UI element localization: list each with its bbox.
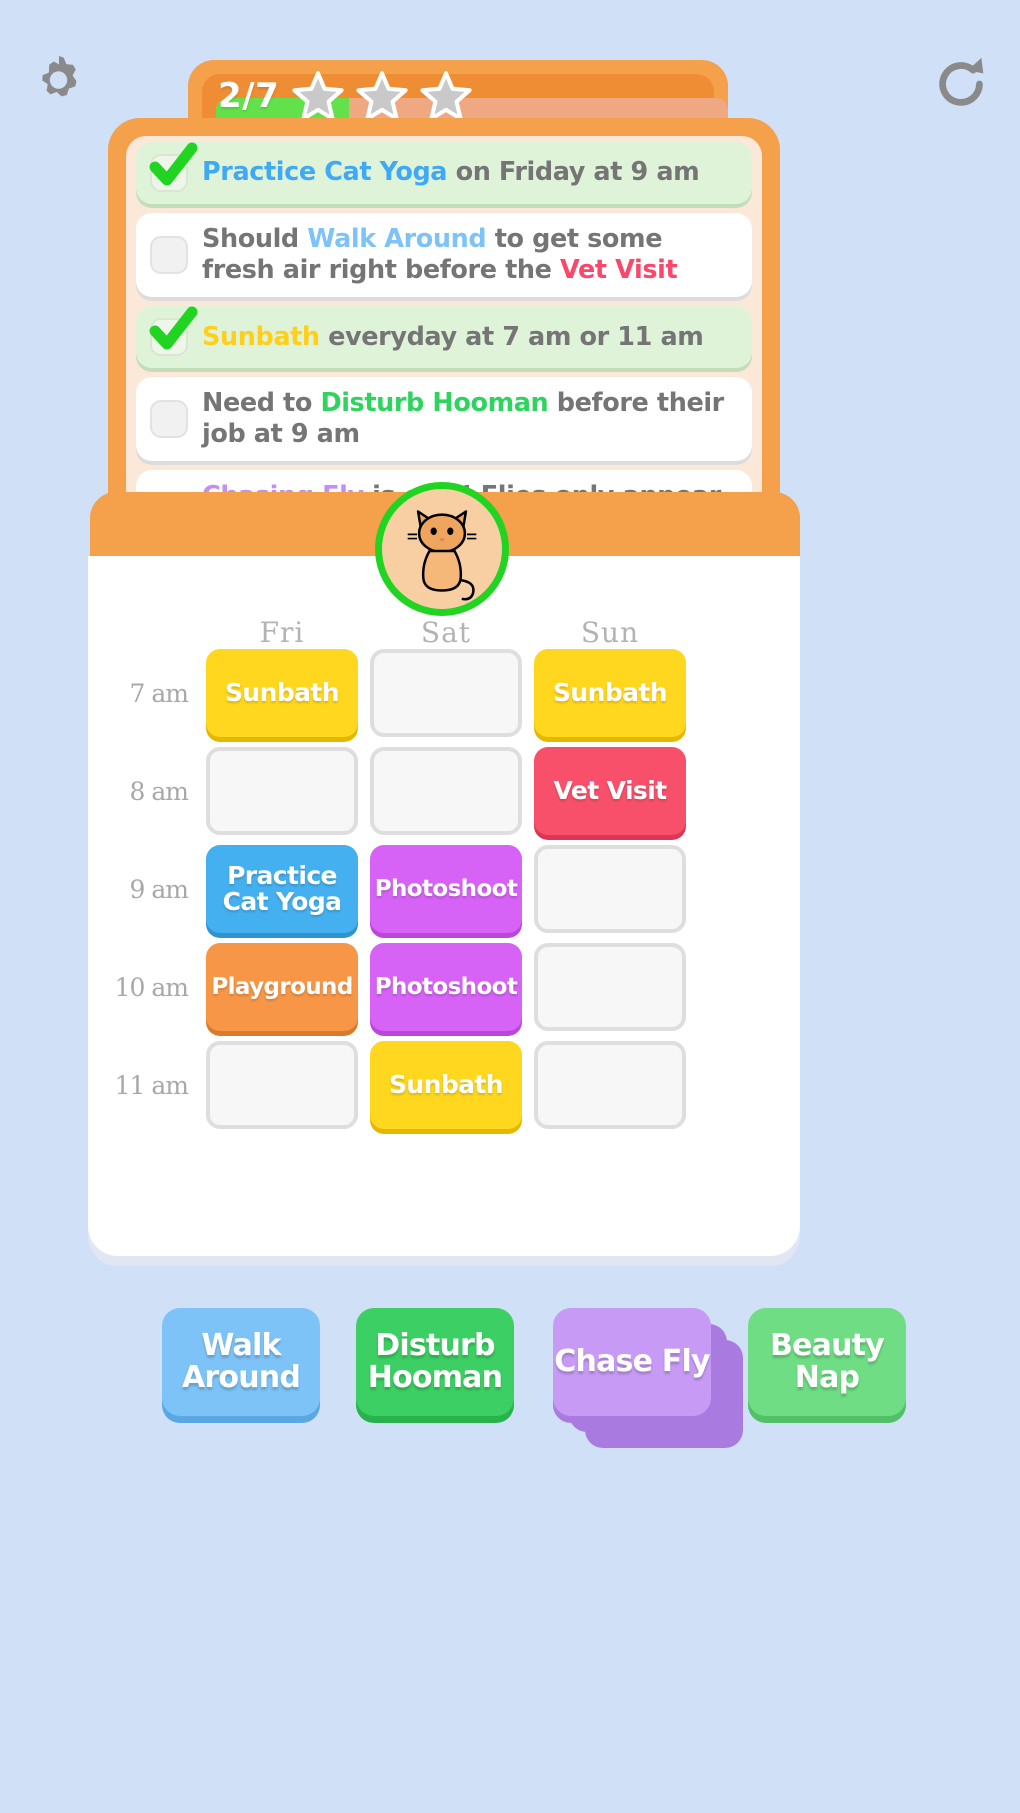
schedule-cell-empty[interactable]	[370, 649, 522, 737]
tray-card[interactable]: Beauty Nap	[748, 1308, 906, 1416]
star-2	[356, 70, 408, 122]
day-header-sun: Sun	[580, 616, 640, 649]
schedule-cell-filled[interactable]: Sunbath	[534, 649, 686, 737]
time-label: 8 am	[129, 776, 189, 806]
schedule-row: 8 am Vet Visit	[88, 747, 800, 835]
time-label: 9 am	[129, 874, 189, 904]
schedule-cell-empty[interactable]	[534, 943, 686, 1031]
schedule-cell-empty[interactable]	[370, 747, 522, 835]
settings-button[interactable]	[28, 52, 90, 114]
day-header-fri: Fri	[259, 616, 305, 649]
schedule-cell-filled[interactable]: Photoshoot	[370, 845, 522, 933]
schedule-cell-filled[interactable]: Sunbath	[370, 1041, 522, 1129]
avatar[interactable]	[375, 482, 509, 616]
clue-text: Should Walk Around to get some fresh air…	[202, 224, 738, 286]
schedule-board: Fri Sat Sun 7 am Sunbath Sunbath 8 am Vet Visi…	[88, 556, 800, 1256]
schedule-row: 7 am Sunbath Sunbath	[88, 649, 800, 737]
time-label: 11 am	[114, 1070, 189, 1100]
schedule-cell-empty[interactable]	[534, 845, 686, 933]
day-header-sat: Sat	[420, 616, 472, 649]
cat-icon	[407, 510, 477, 601]
schedule-cell-empty[interactable]	[534, 1041, 686, 1129]
clue-text: Sunbath everyday at 7 am or 11 am	[202, 321, 704, 353]
tray-card[interactable]: Chase Fly	[553, 1308, 711, 1416]
clue-checkbox[interactable]	[150, 236, 188, 275]
clue-text-part: everyday at 7 am or 11 am	[319, 321, 704, 352]
clue-text-part: Disturb Hooman	[320, 388, 549, 419]
clue-text: Practice Cat Yoga on Friday at 9 am	[202, 157, 700, 188]
clue-text-part: Vet Visit	[560, 255, 678, 286]
schedule-cell-filled[interactable]: Vet Visit	[534, 747, 686, 835]
schedule-cell-empty[interactable]	[206, 747, 358, 835]
day-header-row: Fri Sat Sun	[206, 616, 800, 649]
activity-tray: Walk Around Disturb Hooman Chase Fly Beauty…	[0, 1288, 1020, 1448]
schedule-cell-empty[interactable]	[206, 1041, 358, 1129]
clue-checkbox[interactable]	[150, 400, 188, 439]
clue-text-part: Should	[202, 224, 308, 254]
clue-text-part: Practice Cat Yoga	[202, 157, 448, 188]
clue-text-part: Sunbath	[202, 321, 320, 352]
star-3	[420, 70, 472, 122]
check-icon	[147, 141, 199, 193]
gear-icon	[42, 55, 77, 97]
clue-text: Need to Disturb Hooman before their job …	[202, 388, 738, 450]
restart-icon	[939, 57, 984, 106]
clue-checkbox-checked[interactable]	[149, 306, 198, 357]
progress-label: 2/7	[218, 76, 280, 116]
tray-card[interactable]: Disturb Hooman	[356, 1308, 514, 1416]
time-label: 7 am	[129, 678, 189, 708]
tray-card[interactable]: Walk Around	[162, 1308, 320, 1416]
clue-text-part: on Friday at 9 am	[447, 157, 700, 188]
clue-row[interactable]: Need to Disturb Hooman before their job …	[136, 377, 752, 462]
schedule-rows: 7 am Sunbath Sunbath 8 am Vet Visit 9 am Pract…	[88, 649, 800, 1129]
schedule-cell-filled[interactable]: Practice Cat Yoga	[206, 845, 358, 933]
check-icon	[147, 305, 199, 357]
schedule-row: 10 am Playground Photoshoot	[88, 943, 800, 1031]
clue-row[interactable]: Sunbath everyday at 7 am or 11 am	[136, 306, 752, 369]
clue-row[interactable]: Should Walk Around to get some fresh air…	[136, 213, 752, 298]
schedule-row: 11 am Sunbath	[88, 1041, 800, 1129]
schedule-cell-filled[interactable]: Playground	[206, 943, 358, 1031]
clue-text-part: Need to	[202, 388, 321, 419]
star-rating	[292, 70, 472, 122]
clue-row[interactable]: Practice Cat Yoga on Friday at 9 am	[136, 142, 752, 204]
schedule-cell-filled[interactable]: Sunbath	[206, 649, 358, 737]
schedule-cell-filled[interactable]: Photoshoot	[370, 943, 522, 1031]
clue-text-part: Walk Around	[307, 224, 487, 254]
star-1	[292, 70, 344, 122]
restart-button[interactable]	[930, 52, 992, 114]
time-label: 10 am	[114, 972, 189, 1002]
schedule-grid: Fri Sat Sun 7 am Sunbath Sunbath 8 am Vet Visi…	[88, 616, 800, 1139]
schedule-row: 9 am Practice Cat Yoga Photoshoot	[88, 845, 800, 933]
clue-checkbox-checked[interactable]	[149, 142, 198, 192]
